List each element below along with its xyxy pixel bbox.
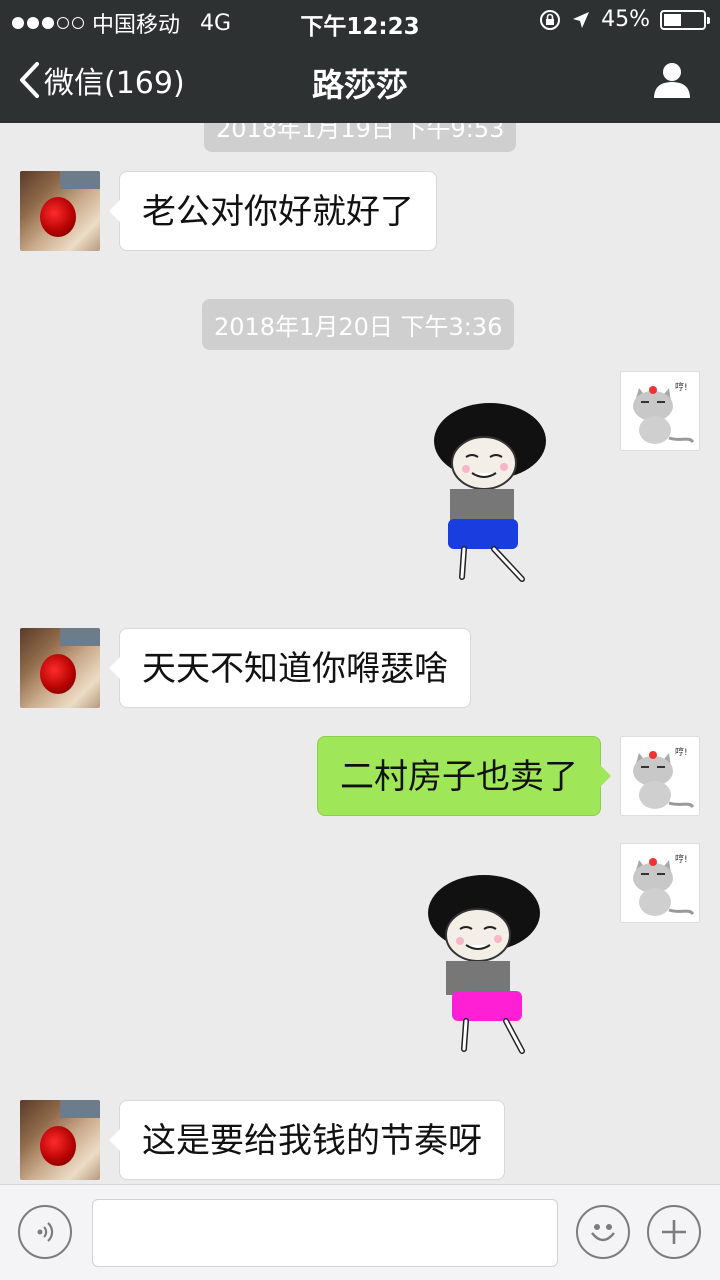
voice-icon <box>37 1222 54 1242</box>
avatar[interactable] <box>20 628 100 708</box>
battery-icon <box>660 9 710 30</box>
avatar[interactable] <box>20 171 100 251</box>
profile-button[interactable] <box>652 60 692 104</box>
plus-icon <box>662 1220 686 1244</box>
rotation-lock-icon <box>540 9 561 30</box>
chat-area[interactable]: 2018年1月19日 下午9:53 老公对你好就好了 2018年1月20日 下午… <box>0 123 720 1184</box>
sticker-mushroom-boy-pink[interactable] <box>422 873 552 1063</box>
avatar-self[interactable]: 哼! <box>620 736 700 816</box>
message-bubble-incoming[interactable]: 天天不知道你嘚瑟啥 <box>109 628 471 708</box>
timestamp: 2018年1月20日 下午3:36 <box>202 299 515 350</box>
message-input[interactable] <box>92 1199 558 1267</box>
battery-percent: 45% <box>601 7 650 32</box>
sticker-mushroom-boy-blue[interactable] <box>432 401 562 591</box>
location-arrow-icon <box>573 11 590 28</box>
voice-button[interactable] <box>18 1205 72 1259</box>
status-right: 45% <box>539 7 710 32</box>
avatar-self[interactable]: 哼! <box>620 371 700 451</box>
chat-title: 路莎莎 <box>311 66 408 104</box>
input-bar <box>0 1184 720 1280</box>
person-icon <box>654 63 690 98</box>
message-bubble-incoming[interactable]: 这是要给我钱的节奏呀 <box>109 1100 505 1180</box>
avatar-self[interactable]: 哼! <box>620 843 700 923</box>
svg-text:哼!: 哼! <box>675 746 688 758</box>
timestamp: 2018年1月19日 下午9:53 <box>204 123 517 152</box>
emoji-icon <box>591 1224 615 1242</box>
cat-avatar-icon: 哼! <box>633 746 695 809</box>
cat-avatar-icon: 哼! <box>633 381 695 444</box>
avatar[interactable] <box>20 1100 100 1180</box>
top-bar: 中国移动 4G 下午12:23 45% 微信(169) 路莎莎 <box>0 0 720 123</box>
message-bubble-incoming[interactable]: 老公对你好就好了 <box>109 171 437 251</box>
svg-text:哼!: 哼! <box>675 381 688 393</box>
nav-bar: 微信(169) 路莎莎 <box>0 40 720 123</box>
plus-button[interactable] <box>647 1205 701 1259</box>
message-bubble-outgoing[interactable]: 二村房子也卖了 <box>317 736 611 816</box>
emoji-button[interactable] <box>576 1205 630 1259</box>
cat-avatar-icon: 哼! <box>633 853 695 916</box>
svg-text:哼!: 哼! <box>675 853 688 865</box>
status-bar: 中国移动 4G 下午12:23 45% <box>0 0 720 40</box>
